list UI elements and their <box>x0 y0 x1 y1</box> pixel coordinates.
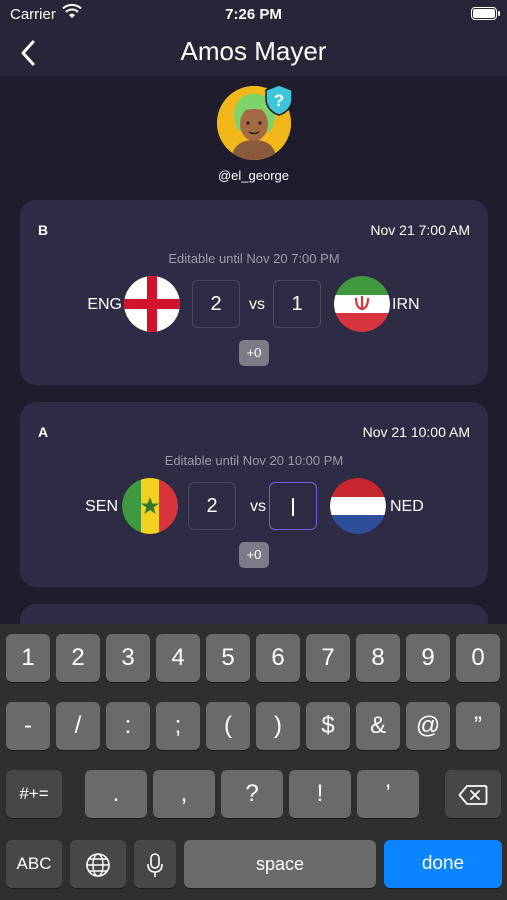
key-ampersand[interactable]: & <box>356 702 400 750</box>
key-open-paren[interactable]: ( <box>206 702 250 750</box>
key-semicolon[interactable]: ; <box>156 702 200 750</box>
senegal-flag-icon <box>122 478 178 534</box>
key-exclamation[interactable]: ! <box>289 770 351 818</box>
username: @el_george <box>217 168 290 183</box>
microphone-icon <box>147 852 163 877</box>
editable-until-note: Editable until Nov 20 7:00 PM <box>168 251 340 266</box>
match-date: Nov 21 7:00 AM <box>370 222 470 238</box>
home-team-code: SEN <box>85 498 118 515</box>
globe-icon <box>86 852 110 877</box>
abc-key[interactable]: ABC <box>6 840 62 888</box>
status-time: 7:26 PM <box>225 6 282 23</box>
group-label: B <box>38 222 49 238</box>
space-key[interactable]: space <box>184 840 376 888</box>
battery-icon <box>471 7 500 20</box>
key-apostrophe[interactable]: ’ <box>357 770 419 818</box>
key-comma[interactable]: , <box>153 770 215 818</box>
group-label: A <box>38 424 49 440</box>
match-card: A Nov 21 10:00 AM Editable until Nov 20 … <box>20 402 488 587</box>
delete-key[interactable] <box>445 770 501 818</box>
page-title: Amos Mayer <box>180 36 327 66</box>
key-7[interactable]: 7 <box>306 634 350 682</box>
key-at[interactable]: @ <box>406 702 450 750</box>
text-cursor <box>292 497 294 516</box>
home-team-code: ENG <box>87 296 122 313</box>
key-0[interactable]: 0 <box>456 634 500 682</box>
key-colon[interactable]: : <box>106 702 150 750</box>
points-badge: +0 <box>239 542 269 568</box>
editable-until-note: Editable until Nov 20 10:00 PM <box>164 453 344 468</box>
match-card: B Nov 21 7:00 AM Editable until Nov 20 7… <box>20 200 488 385</box>
away-score-input[interactable] <box>269 482 317 530</box>
key-9[interactable]: 9 <box>406 634 450 682</box>
vs-label: vs <box>250 498 266 515</box>
home-score-input[interactable]: 2 <box>192 280 240 328</box>
key-question[interactable]: ? <box>221 770 283 818</box>
backspace-icon <box>458 784 488 805</box>
status-bar: Carrier 7:26 PM <box>0 0 507 30</box>
key-2[interactable]: 2 <box>56 634 100 682</box>
key-4[interactable]: 4 <box>156 634 200 682</box>
vs-label: vs <box>249 296 265 313</box>
key-quote[interactable]: ” <box>456 702 500 750</box>
key-8[interactable]: 8 <box>356 634 400 682</box>
key-hyphen[interactable]: - <box>6 702 50 750</box>
key-close-paren[interactable]: ) <box>256 702 300 750</box>
england-flag-icon <box>124 276 180 332</box>
match-date: Nov 21 10:00 AM <box>362 424 470 440</box>
key-6[interactable]: 6 <box>256 634 300 682</box>
badge-symbol: ? <box>274 91 284 110</box>
globe-key[interactable] <box>70 840 126 888</box>
numeric-keyboard: 1 2 3 4 5 6 7 8 9 0 - / : ; ( ) $ & @ ” … <box>0 624 507 900</box>
home-score-input[interactable]: 2 <box>188 482 236 530</box>
points-badge: +0 <box>239 340 269 366</box>
profile-header: ? @el_george <box>0 82 507 192</box>
key-3[interactable]: 3 <box>106 634 150 682</box>
away-team-code: IRN <box>392 296 420 313</box>
navigation-bar: Amos Mayer <box>0 30 507 76</box>
away-score-input[interactable]: 1 <box>273 280 321 328</box>
away-team-code: NED <box>390 498 424 515</box>
key-5[interactable]: 5 <box>206 634 250 682</box>
iran-flag-icon <box>334 276 390 332</box>
unverified-shield-icon: ? <box>265 84 293 116</box>
key-slash[interactable]: / <box>56 702 100 750</box>
key-period[interactable]: . <box>85 770 147 818</box>
symbols-mode-key[interactable]: #+= <box>6 770 62 818</box>
netherlands-flag-icon <box>330 478 386 534</box>
key-1[interactable]: 1 <box>6 634 50 682</box>
done-key[interactable]: done <box>384 840 502 888</box>
key-dollar[interactable]: $ <box>306 702 350 750</box>
dictation-key[interactable] <box>134 840 176 888</box>
